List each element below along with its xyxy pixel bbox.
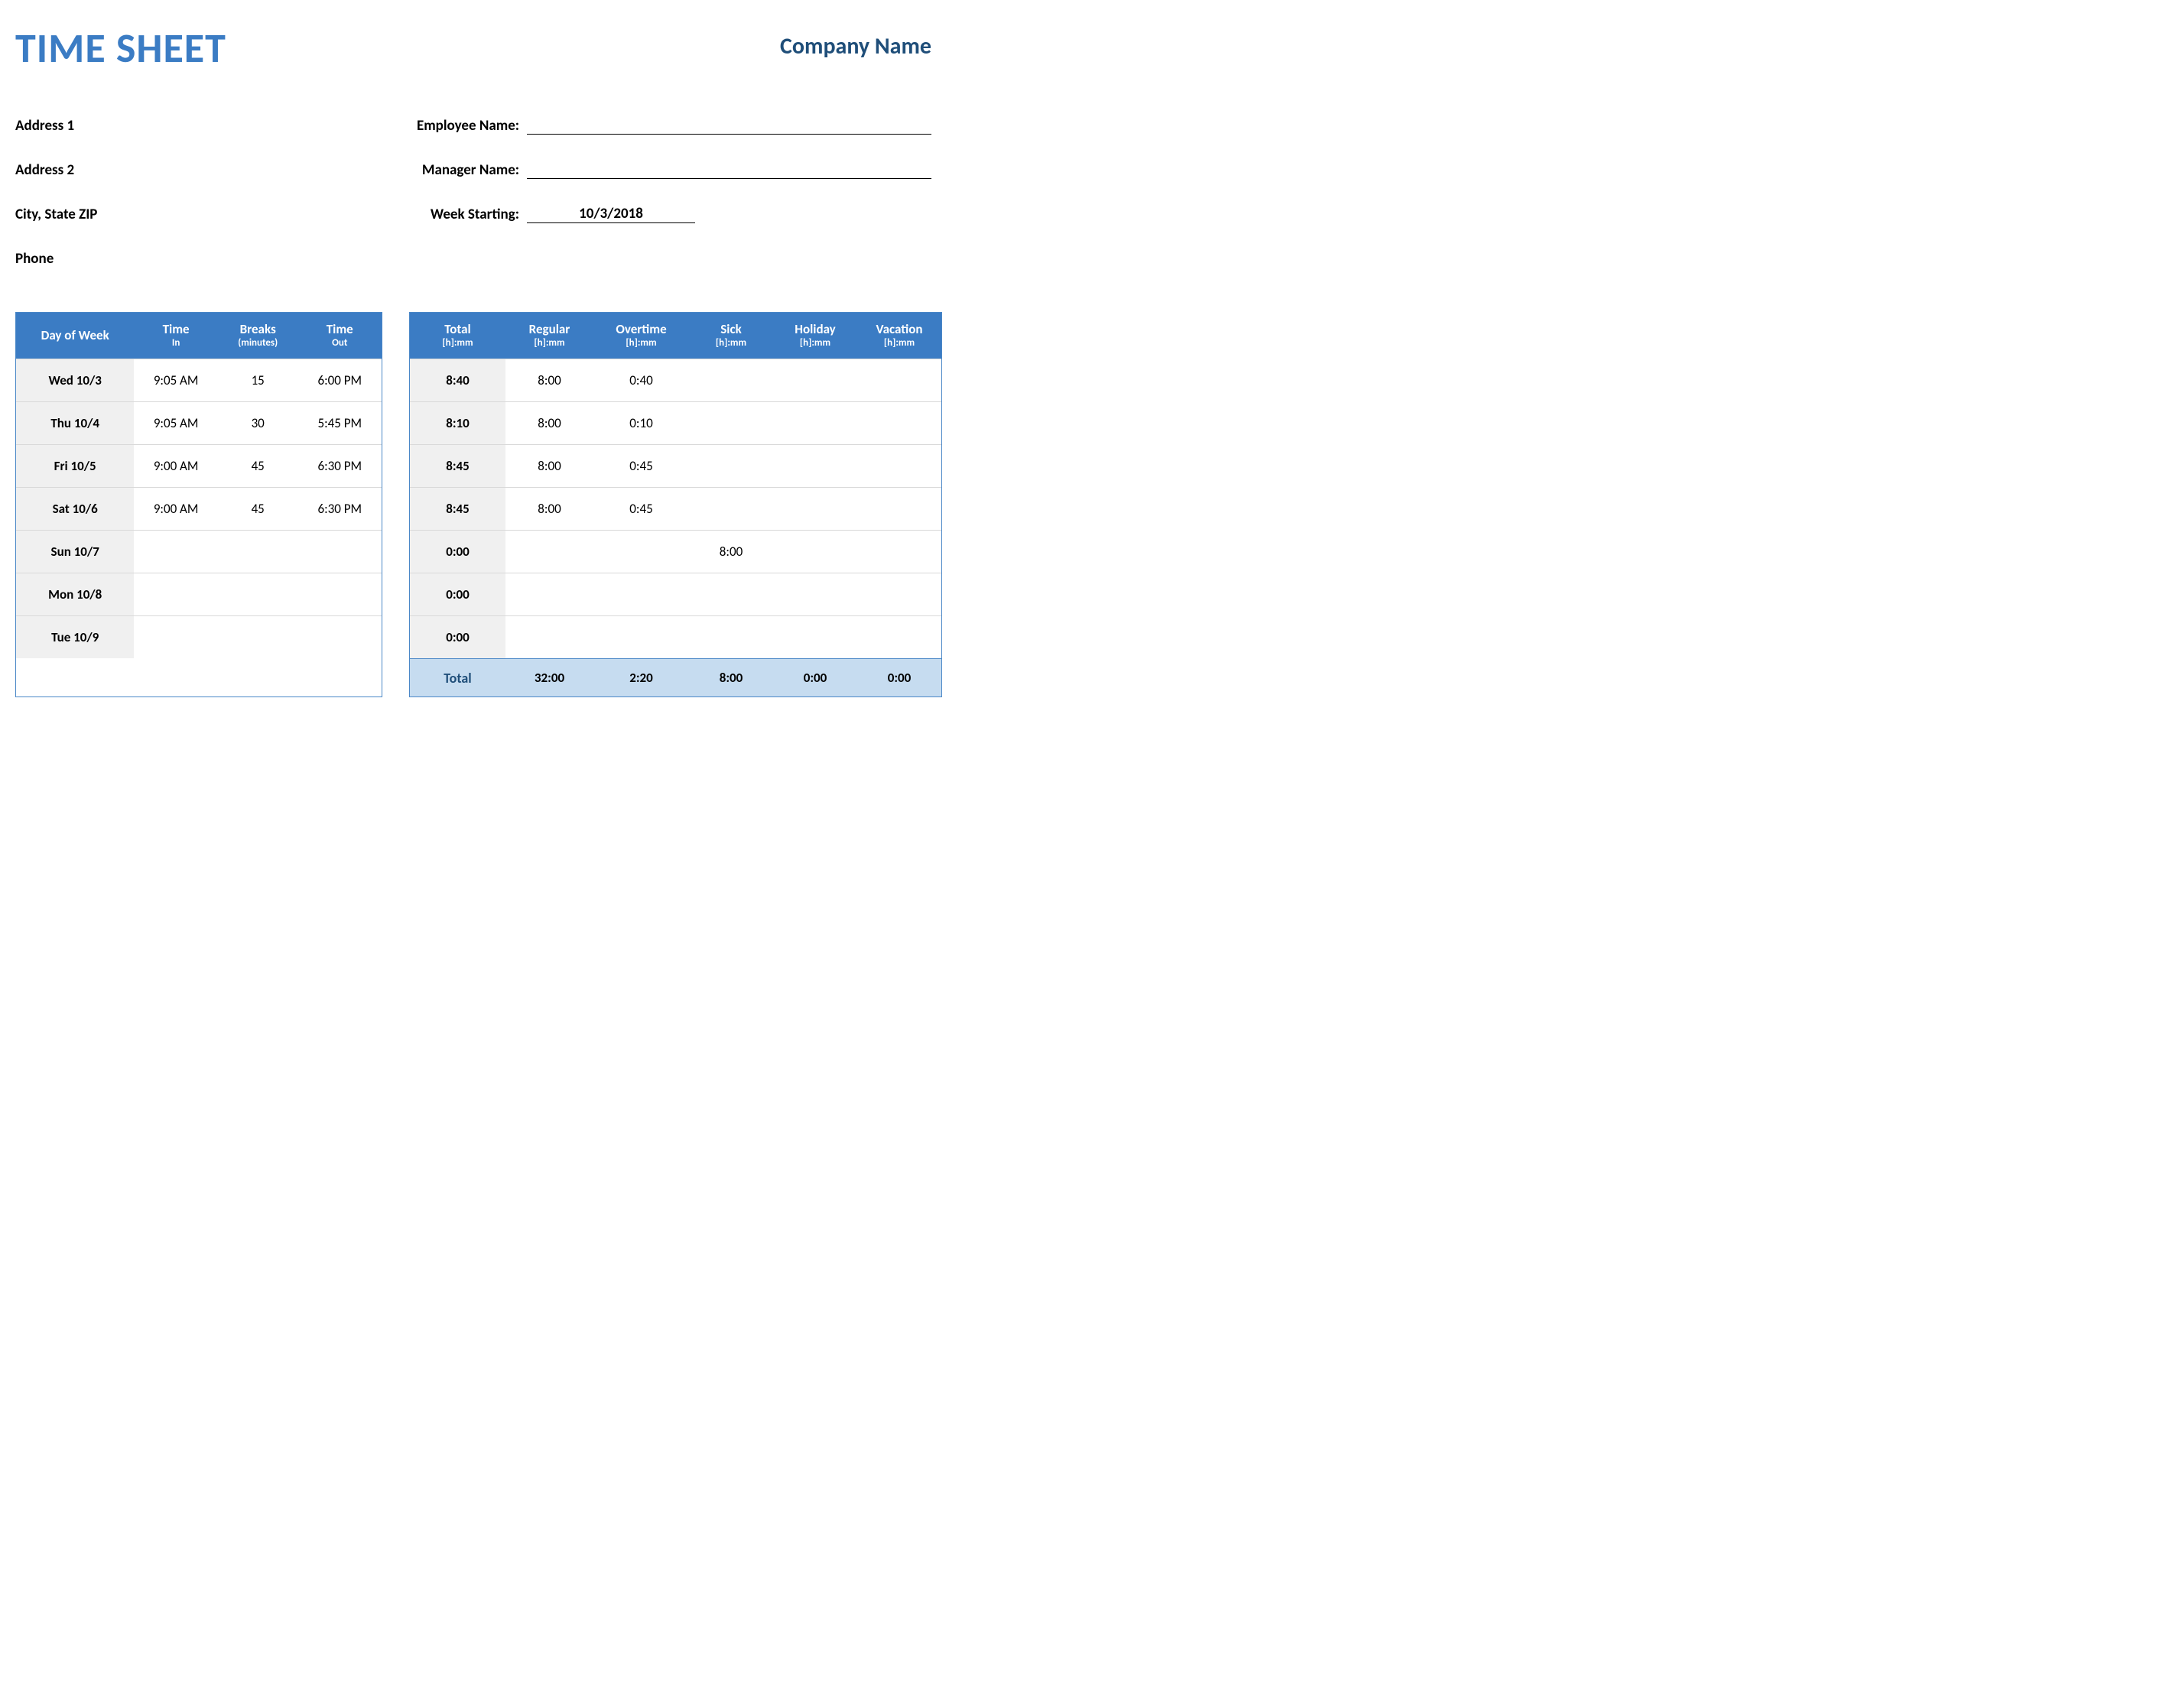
table-row: Thu 10/49:05 AM305:45 PM: [16, 401, 382, 444]
table-row: 8:458:000:45: [410, 487, 941, 530]
col-sick-header: Sick[h]:mm: [689, 322, 773, 349]
company-name: Company Name: [780, 23, 931, 60]
cell-overtime[interactable]: 0:45: [593, 458, 689, 474]
manager-name-field[interactable]: [527, 161, 931, 179]
table-row: Sat 10/69:00 AM456:30 PM: [16, 487, 382, 530]
address-block: Address 1 Address 2 City, State ZIP Phon…: [15, 112, 382, 289]
totals-sick: 8:00: [689, 670, 773, 686]
hours-summary-table: Total[h]:mm Regular[h]:mm Overtime[h]:mm…: [409, 312, 942, 697]
cell-sick[interactable]: 8:00: [689, 544, 773, 560]
col-vacation-header: Vacation[h]:mm: [857, 322, 941, 349]
col-holiday-header: Holiday[h]:mm: [773, 322, 857, 349]
col-timein-header: TimeIn: [134, 322, 218, 349]
cell-day: Fri 10/5: [16, 445, 134, 487]
table-row: Wed 10/39:05 AM156:00 PM: [16, 359, 382, 401]
address1-label: Address 1: [15, 117, 74, 135]
cell-overtime[interactable]: 0:10: [593, 415, 689, 431]
cell-total: 8:10: [410, 402, 505, 444]
cell-time-out[interactable]: 6:00 PM: [297, 372, 382, 388]
table-row: 0:00 8:00: [410, 530, 941, 573]
table-header-row: Total[h]:mm Regular[h]:mm Overtime[h]:mm…: [410, 313, 941, 359]
col-total-header: Total[h]:mm: [410, 322, 505, 349]
cell-day: Thu 10/4: [16, 402, 134, 444]
cell-overtime[interactable]: 0:45: [593, 501, 689, 517]
cell-time-out[interactable]: 6:30 PM: [297, 458, 382, 474]
table-row: Tue 10/9: [16, 615, 382, 658]
cell-day: Sat 10/6: [16, 488, 134, 530]
cell-total: 0:00: [410, 616, 505, 658]
cell-day: Sun 10/7: [16, 531, 134, 573]
phone-label: Phone: [15, 250, 54, 268]
cell-breaks[interactable]: 45: [218, 501, 298, 517]
totals-label: Total: [410, 670, 505, 687]
cell-total: 0:00: [410, 573, 505, 615]
citystatezip-label: City, State ZIP: [15, 206, 97, 223]
table-row: Sun 10/7: [16, 530, 382, 573]
cell-breaks[interactable]: 45: [218, 458, 298, 474]
cell-regular[interactable]: 8:00: [505, 372, 593, 388]
totals-holiday: 0:00: [773, 670, 857, 686]
cell-day: Mon 10/8: [16, 573, 134, 615]
col-breaks-header: Breaks(minutes): [218, 322, 298, 349]
col-timeout-header: TimeOut: [297, 322, 382, 349]
totals-row: Total 32:00 2:20 8:00 0:00 0:00: [410, 658, 941, 697]
cell-overtime[interactable]: 0:40: [593, 372, 689, 388]
cell-total: 0:00: [410, 531, 505, 573]
info-section: Address 1 Address 2 City, State ZIP Phon…: [15, 112, 931, 289]
table-row: 0:00: [410, 615, 941, 658]
table-row: Mon 10/8: [16, 573, 382, 615]
cell-breaks[interactable]: 30: [218, 415, 298, 431]
cell-total: 8:45: [410, 445, 505, 487]
cell-time-out[interactable]: 6:30 PM: [297, 501, 382, 517]
employee-name-label: Employee Name:: [382, 117, 524, 135]
cell-total: 8:40: [410, 359, 505, 401]
table-row: Fri 10/59:00 AM456:30 PM: [16, 444, 382, 487]
table-row: 0:00: [410, 573, 941, 615]
page-title: TIME SHEET: [15, 23, 226, 73]
cell-day: Wed 10/3: [16, 359, 134, 401]
cell-time-in[interactable]: 9:00 AM: [134, 501, 218, 517]
week-starting-field[interactable]: 10/3/2018: [527, 205, 695, 223]
manager-name-label: Manager Name:: [382, 161, 524, 179]
cell-time-in[interactable]: 9:05 AM: [134, 372, 218, 388]
totals-vacation: 0:00: [857, 670, 941, 686]
totals-regular: 32:00: [505, 670, 593, 686]
cell-regular[interactable]: 8:00: [505, 458, 593, 474]
employee-block: Employee Name: Manager Name: Week Starti…: [382, 112, 931, 289]
col-regular-header: Regular[h]:mm: [505, 322, 593, 349]
table-row: 8:108:000:10: [410, 401, 941, 444]
address2-label: Address 2: [15, 161, 74, 179]
cell-total: 8:45: [410, 488, 505, 530]
cell-time-out[interactable]: 5:45 PM: [297, 415, 382, 431]
time-entry-table: Day of Week TimeIn Breaks(minutes) TimeO…: [15, 312, 382, 697]
tables: Day of Week TimeIn Breaks(minutes) TimeO…: [15, 312, 931, 697]
week-starting-label: Week Starting:: [382, 206, 524, 223]
cell-time-in[interactable]: 9:05 AM: [134, 415, 218, 431]
table-row: 8:458:000:45: [410, 444, 941, 487]
cell-regular[interactable]: 8:00: [505, 501, 593, 517]
cell-breaks[interactable]: 15: [218, 372, 298, 388]
col-day-header: Day of Week: [16, 328, 134, 343]
cell-time-in[interactable]: 9:00 AM: [134, 458, 218, 474]
totals-overtime: 2:20: [593, 670, 689, 686]
employee-name-field[interactable]: [527, 116, 931, 135]
header: TIME SHEET Company Name: [15, 23, 931, 73]
table-header-row: Day of Week TimeIn Breaks(minutes) TimeO…: [16, 313, 382, 359]
cell-regular[interactable]: 8:00: [505, 415, 593, 431]
table-row: 8:408:000:40: [410, 359, 941, 401]
cell-day: Tue 10/9: [16, 616, 134, 658]
col-overtime-header: Overtime[h]:mm: [593, 322, 689, 349]
